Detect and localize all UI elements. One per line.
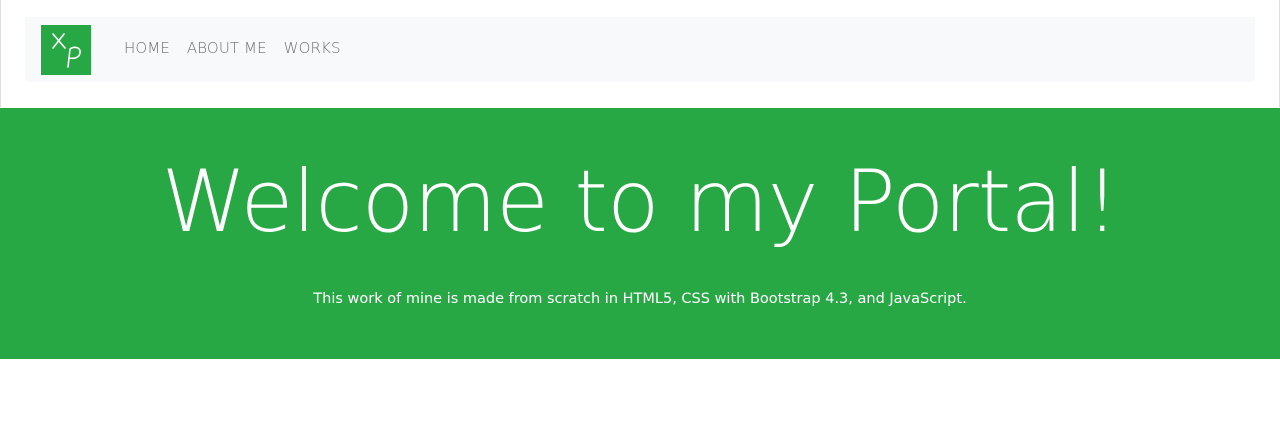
- nav-link-works[interactable]: WORKS: [284, 39, 341, 57]
- nav-links: HOME ABOUT ME WORKS: [124, 39, 358, 57]
- nav-link-home[interactable]: HOME: [124, 39, 170, 57]
- hero-jumbotron: Welcome to my Portal! This work of mine …: [0, 108, 1280, 359]
- hero-subtitle: This work of mine is made from scratch i…: [313, 291, 967, 307]
- nav-link-about-me[interactable]: ABOUT ME: [187, 39, 267, 57]
- navbar: HOME ABOUT ME WORKS: [25, 17, 1255, 82]
- hero-title: Welcome to my Portal!: [161, 152, 1120, 252]
- brand-logo-link[interactable]: [41, 25, 91, 75]
- page-header: HOME ABOUT ME WORKS: [0, 0, 1280, 107]
- xp-logo-icon: [41, 25, 91, 75]
